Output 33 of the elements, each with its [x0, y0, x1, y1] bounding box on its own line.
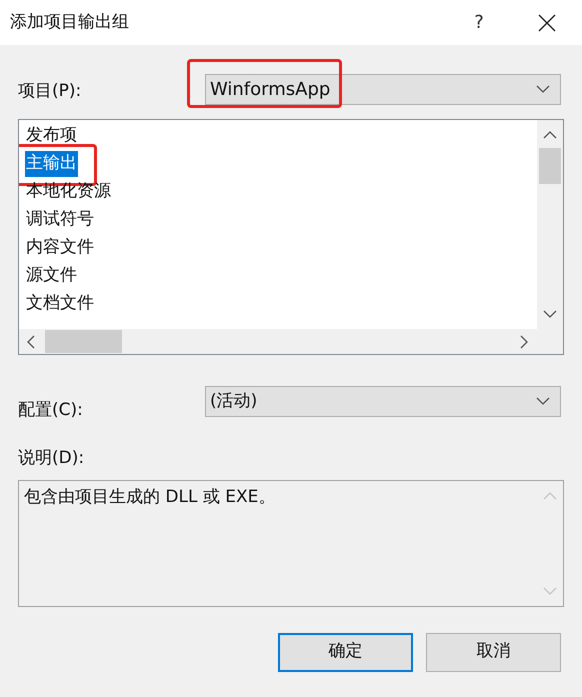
help-button[interactable]: ? [459, 2, 499, 42]
list-item[interactable]: 源文件 [25, 263, 78, 289]
output-list[interactable]: 发布项 主输出 本地化资源 调试符号 内容文件 源文件 文档文件 [18, 119, 564, 355]
scroll-thumb[interactable] [539, 148, 561, 184]
list-item[interactable]: 发布项 [25, 123, 78, 149]
scroll-thumb[interactable] [45, 330, 122, 353]
chevron-up-icon [543, 130, 557, 138]
window-title: 添加项目输出组 [10, 10, 130, 34]
description-label: 说明(D): [18, 447, 84, 470]
project-value: WinformsApp [210, 78, 332, 102]
list-item[interactable]: 主输出 [25, 151, 78, 177]
close-icon [538, 14, 556, 32]
configuration-label: 配置(C): [18, 398, 84, 422]
horizontal-scrollbar[interactable] [19, 329, 563, 354]
configuration-dropdown[interactable]: (活动) [205, 386, 561, 417]
ok-button[interactable]: 确定 [278, 632, 413, 672]
chevron-right-icon [520, 334, 529, 348]
project-label: 项目(P): [18, 80, 82, 104]
vertical-scrollbar[interactable] [537, 120, 563, 329]
description-text: 包含由项目生成的 DLL 或 EXE。 [24, 486, 276, 506]
configuration-value: (活动) [210, 390, 258, 413]
list-item[interactable]: 文档文件 [25, 291, 95, 317]
chevron-down-icon [536, 397, 550, 406]
list-item[interactable]: 内容文件 [25, 235, 95, 261]
cancel-button[interactable]: 取消 [426, 632, 561, 672]
list-item[interactable]: 本地化资源 [25, 179, 112, 205]
list-item[interactable]: 调试符号 [25, 207, 95, 233]
chevron-down-icon [543, 586, 557, 596]
chevron-up-icon [543, 490, 557, 500]
chevron-down-icon [543, 310, 557, 318]
chevron-down-icon [536, 84, 550, 94]
project-dropdown[interactable]: WinformsApp [205, 74, 561, 104]
chevron-left-icon [26, 334, 35, 348]
